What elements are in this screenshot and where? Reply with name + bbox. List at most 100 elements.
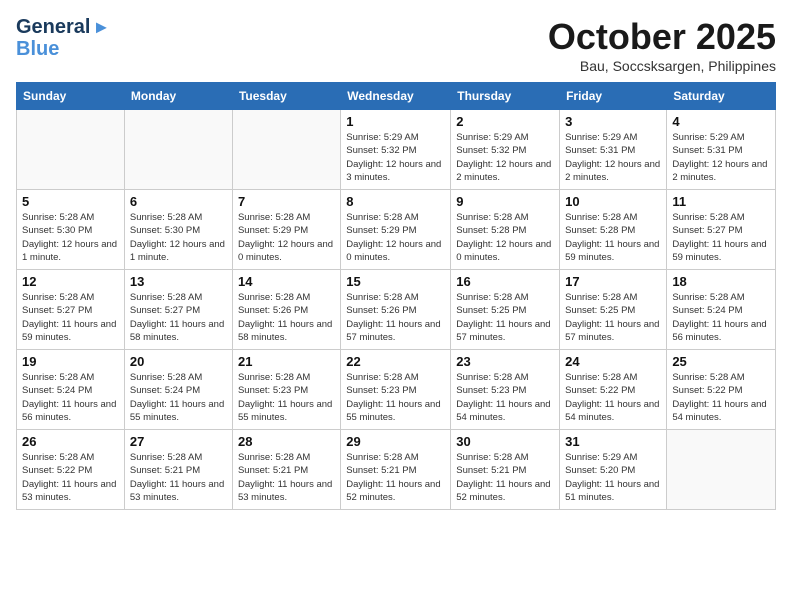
day-info: Sunrise: 5:28 AM Sunset: 5:22 PM Dayligh…	[22, 451, 119, 504]
day-info: Sunrise: 5:28 AM Sunset: 5:30 PM Dayligh…	[22, 211, 119, 264]
day-info: Sunrise: 5:28 AM Sunset: 5:23 PM Dayligh…	[238, 371, 335, 424]
weekday-label: Wednesday	[341, 83, 451, 110]
day-info: Sunrise: 5:28 AM Sunset: 5:27 PM Dayligh…	[130, 291, 227, 344]
day-number: 23	[456, 354, 554, 369]
logo-arrow-icon: ►	[92, 17, 110, 38]
day-number: 4	[672, 114, 770, 129]
day-number: 17	[565, 274, 661, 289]
calendar-body: 1 Sunrise: 5:29 AM Sunset: 5:32 PM Daylig…	[17, 110, 776, 510]
calendar-table: SundayMondayTuesdayWednesdayThursdayFrid…	[16, 82, 776, 510]
calendar-cell: 23 Sunrise: 5:28 AM Sunset: 5:23 PM Dayli…	[451, 350, 560, 430]
weekday-header-row: SundayMondayTuesdayWednesdayThursdayFrid…	[17, 83, 776, 110]
page-header: General ► Blue October 2025 Bau, Soccsks…	[16, 16, 776, 74]
day-number: 31	[565, 434, 661, 449]
calendar-cell	[232, 110, 340, 190]
calendar-cell: 6Sunrise: 5:28 AM Sunset: 5:30 PM Daylig…	[124, 190, 232, 270]
day-info: Sunrise: 5:28 AM Sunset: 5:29 PM Dayligh…	[238, 211, 335, 264]
weekday-label: Thursday	[451, 83, 560, 110]
calendar-cell: 9Sunrise: 5:28 AM Sunset: 5:28 PM Daylig…	[451, 190, 560, 270]
calendar-cell: 8 Sunrise: 5:28 AM Sunset: 5:29 PM Daylig…	[341, 190, 451, 270]
day-info: Sunrise: 5:28 AM Sunset: 5:30 PM Dayligh…	[130, 211, 227, 264]
day-info: Sunrise: 5:29 AM Sunset: 5:20 PM Dayligh…	[565, 451, 661, 504]
calendar-cell	[667, 430, 776, 510]
day-info: Sunrise: 5:28 AM Sunset: 5:27 PM Dayligh…	[672, 211, 770, 264]
day-number: 8	[346, 194, 445, 209]
day-number: 26	[22, 434, 119, 449]
day-info: Sunrise: 5:28 AM Sunset: 5:21 PM Dayligh…	[456, 451, 554, 504]
day-number: 12	[22, 274, 119, 289]
calendar-cell: 27 Sunrise: 5:28 AM Sunset: 5:21 PM Dayli…	[124, 430, 232, 510]
day-number: 27	[130, 434, 227, 449]
day-number: 9	[456, 194, 554, 209]
calendar-cell: 16 Sunrise: 5:28 AM Sunset: 5:25 PM Dayli…	[451, 270, 560, 350]
month-title: October 2025	[548, 16, 776, 58]
day-info: Sunrise: 5:28 AM Sunset: 5:25 PM Dayligh…	[456, 291, 554, 344]
day-number: 22	[346, 354, 445, 369]
weekday-label: Monday	[124, 83, 232, 110]
day-info: Sunrise: 5:28 AM Sunset: 5:21 PM Dayligh…	[346, 451, 445, 504]
calendar-cell: 3Sunrise: 5:29 AM Sunset: 5:31 PM Daylig…	[560, 110, 667, 190]
logo-general: General	[16, 16, 90, 38]
calendar-cell: 20 Sunrise: 5:28 AM Sunset: 5:24 PM Dayli…	[124, 350, 232, 430]
calendar-cell: 13 Sunrise: 5:28 AM Sunset: 5:27 PM Dayli…	[124, 270, 232, 350]
day-info: Sunrise: 5:28 AM Sunset: 5:24 PM Dayligh…	[22, 371, 119, 424]
calendar-cell: 17 Sunrise: 5:28 AM Sunset: 5:25 PM Dayli…	[560, 270, 667, 350]
calendar-cell: 21 Sunrise: 5:28 AM Sunset: 5:23 PM Dayli…	[232, 350, 340, 430]
day-number: 1	[346, 114, 445, 129]
day-number: 30	[456, 434, 554, 449]
calendar-cell: 1 Sunrise: 5:29 AM Sunset: 5:32 PM Daylig…	[341, 110, 451, 190]
day-number: 16	[456, 274, 554, 289]
day-number: 28	[238, 434, 335, 449]
calendar-cell: 12Sunrise: 5:28 AM Sunset: 5:27 PM Dayli…	[17, 270, 125, 350]
calendar-week-row: 5 Sunrise: 5:28 AM Sunset: 5:30 PM Daylig…	[17, 190, 776, 270]
title-block: October 2025 Bau, Soccsksargen, Philippi…	[548, 16, 776, 74]
weekday-label: Saturday	[667, 83, 776, 110]
calendar-cell: 15 Sunrise: 5:28 AM Sunset: 5:26 PM Dayli…	[341, 270, 451, 350]
calendar-cell	[17, 110, 125, 190]
day-number: 29	[346, 434, 445, 449]
day-info: Sunrise: 5:28 AM Sunset: 5:29 PM Dayligh…	[346, 211, 445, 264]
day-info: Sunrise: 5:28 AM Sunset: 5:22 PM Dayligh…	[565, 371, 661, 424]
calendar-cell: 14 Sunrise: 5:28 AM Sunset: 5:26 PM Dayli…	[232, 270, 340, 350]
day-number: 5	[22, 194, 119, 209]
day-info: Sunrise: 5:29 AM Sunset: 5:32 PM Dayligh…	[346, 131, 445, 184]
day-info: Sunrise: 5:28 AM Sunset: 5:24 PM Dayligh…	[130, 371, 227, 424]
day-number: 13	[130, 274, 227, 289]
calendar-cell: 28 Sunrise: 5:28 AM Sunset: 5:21 PM Dayli…	[232, 430, 340, 510]
day-number: 25	[672, 354, 770, 369]
day-number: 21	[238, 354, 335, 369]
day-info: Sunrise: 5:28 AM Sunset: 5:26 PM Dayligh…	[346, 291, 445, 344]
day-info: Sunrise: 5:28 AM Sunset: 5:21 PM Dayligh…	[238, 451, 335, 504]
day-number: 20	[130, 354, 227, 369]
day-info: Sunrise: 5:28 AM Sunset: 5:22 PM Dayligh…	[672, 371, 770, 424]
weekday-label: Friday	[560, 83, 667, 110]
calendar-week-row: 26 Sunrise: 5:28 AM Sunset: 5:22 PM Dayli…	[17, 430, 776, 510]
calendar-cell: 24 Sunrise: 5:28 AM Sunset: 5:22 PM Dayli…	[560, 350, 667, 430]
day-info: Sunrise: 5:28 AM Sunset: 5:23 PM Dayligh…	[346, 371, 445, 424]
calendar-cell: 25 Sunrise: 5:28 AM Sunset: 5:22 PM Dayli…	[667, 350, 776, 430]
calendar-week-row: 12 Sunrise: 5:28 AM Sunset: 5:27 PM Dayli…	[17, 270, 776, 350]
day-info: Sunrise: 5:28 AM Sunset: 5:28 PM Dayligh…	[565, 211, 661, 264]
calendar-cell: 29 Sunrise: 5:28 AM Sunset: 5:21 PM Dayli…	[341, 430, 451, 510]
calendar-cell: 18Sunrise: 5:28 AM Sunset: 5:24 PM Dayli…	[667, 270, 776, 350]
calendar-cell: 30 Sunrise: 5:28 AM Sunset: 5:21 PM Dayli…	[451, 430, 560, 510]
logo-blue: Blue	[16, 38, 59, 60]
day-info: Sunrise: 5:28 AM Sunset: 5:25 PM Dayligh…	[565, 291, 661, 344]
calendar-cell	[124, 110, 232, 190]
calendar-cell: 5 Sunrise: 5:28 AM Sunset: 5:30 PM Daylig…	[17, 190, 125, 270]
weekday-label: Sunday	[17, 83, 125, 110]
calendar-cell: 7Sunrise: 5:28 AM Sunset: 5:29 PM Daylig…	[232, 190, 340, 270]
logo: General ► Blue	[16, 16, 110, 60]
calendar-week-row: 19 Sunrise: 5:28 AM Sunset: 5:24 PM Dayli…	[17, 350, 776, 430]
day-number: 15	[346, 274, 445, 289]
day-info: Sunrise: 5:28 AM Sunset: 5:21 PM Dayligh…	[130, 451, 227, 504]
calendar-week-row: 1 Sunrise: 5:29 AM Sunset: 5:32 PM Daylig…	[17, 110, 776, 190]
day-info: Sunrise: 5:28 AM Sunset: 5:23 PM Dayligh…	[456, 371, 554, 424]
calendar-cell: 19 Sunrise: 5:28 AM Sunset: 5:24 PM Dayli…	[17, 350, 125, 430]
day-number: 19	[22, 354, 119, 369]
day-number: 14	[238, 274, 335, 289]
calendar-cell: 11Sunrise: 5:28 AM Sunset: 5:27 PM Dayli…	[667, 190, 776, 270]
day-info: Sunrise: 5:28 AM Sunset: 5:26 PM Dayligh…	[238, 291, 335, 344]
calendar-cell: 4Sunrise: 5:29 AM Sunset: 5:31 PM Daylig…	[667, 110, 776, 190]
day-number: 24	[565, 354, 661, 369]
